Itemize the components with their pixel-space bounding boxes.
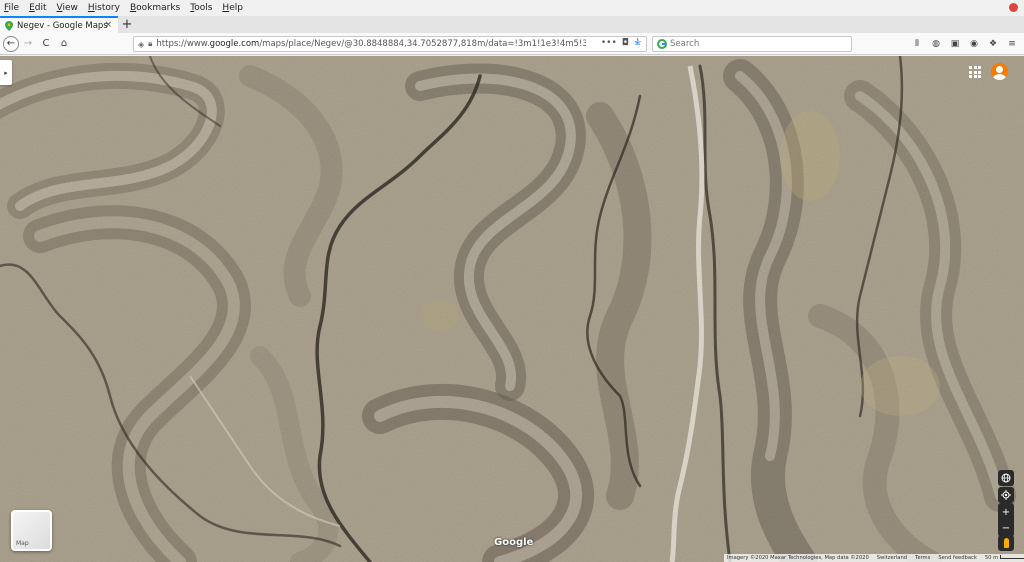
reload-button[interactable]: C — [37, 35, 55, 53]
terrain-imagery — [0, 56, 1024, 562]
google-search-icon — [657, 39, 667, 49]
url-text[interactable]: https://www.google.com/maps/place/Negev/… — [156, 39, 586, 49]
extension-icon[interactable]: ◍ — [928, 36, 944, 52]
account-icon[interactable]: ◉ — [966, 36, 982, 52]
my-location-button[interactable] — [998, 487, 1014, 503]
account-avatar[interactable] — [991, 63, 1008, 80]
library-icon[interactable]: ⦀ — [909, 36, 925, 52]
pocket-icon[interactable]: ◘ — [622, 38, 629, 48]
url-bar[interactable]: ◈ 🔒︎ https://www.google.com/maps/place/N… — [133, 36, 647, 52]
zoom-in-button[interactable]: + — [1002, 504, 1010, 520]
imagery-credit: Imagery ©2020 Maxar Technologies, Map da… — [727, 555, 869, 561]
google-apps-icon[interactable] — [969, 66, 981, 78]
satellite-map[interactable]: ▸ Map + − Google Imagery ©2020 Maxar Tec… — [0, 56, 1024, 562]
page-actions-icon[interactable]: ••• — [601, 38, 617, 48]
menu-hamburger-icon[interactable]: ≡ — [1004, 36, 1020, 52]
menu-history[interactable]: History — [88, 3, 120, 13]
send-feedback-link[interactable]: Send feedback — [938, 555, 977, 561]
map-type-toggle-button[interactable]: Map — [11, 510, 52, 551]
scale-indicator[interactable]: 50 m — [985, 555, 1024, 561]
globe-icon — [1001, 473, 1011, 483]
home-button[interactable]: ⌂ — [55, 35, 73, 53]
scale-label: 50 m — [984, 555, 999, 561]
navigation-bar: ← → C ⌂ ◈ 🔒︎ https://www.google.com/maps… — [0, 33, 1024, 55]
google-logo: Google — [494, 537, 534, 548]
globe-view-button[interactable] — [998, 470, 1014, 486]
zoom-controls: + − — [998, 503, 1014, 537]
maps-favicon-icon — [5, 20, 13, 31]
menu-view[interactable]: View — [57, 3, 78, 13]
addon-icon[interactable]: ❖ — [985, 36, 1001, 52]
menu-help[interactable]: Help — [222, 3, 243, 13]
menu-bookmarks[interactable]: Bookmarks — [130, 3, 180, 13]
menu-bar: File Edit View History Bookmarks Tools H… — [0, 0, 1024, 16]
scale-bar — [1000, 555, 1024, 559]
menu-edit[interactable]: Edit — [29, 3, 46, 13]
download-icon[interactable]: ⤓ — [635, 36, 639, 47]
tab-close-icon[interactable]: × — [104, 20, 112, 30]
lock-icon[interactable]: 🔒︎ — [148, 39, 152, 49]
menu-file[interactable]: File — [4, 3, 19, 13]
tab-strip: Negev - Google Maps × + — [0, 16, 1024, 33]
search-input[interactable] — [670, 39, 850, 49]
map-type-label: Map — [16, 540, 29, 547]
terms-link[interactable]: Terms — [915, 555, 930, 561]
tab-title: Negev - Google Maps — [17, 20, 108, 31]
window-close-button[interactable] — [1009, 3, 1018, 12]
tab-negev-google-maps[interactable]: Negev - Google Maps × — [0, 16, 118, 33]
back-button[interactable]: ← — [3, 35, 19, 52]
country-link[interactable]: Switzerland — [877, 555, 907, 561]
menu-tools[interactable]: Tools — [190, 3, 212, 13]
tracking-shield-icon[interactable]: ◈ — [138, 40, 144, 49]
side-panel-toggle-button[interactable]: ▸ — [0, 60, 12, 85]
new-tab-button[interactable]: + — [118, 16, 136, 33]
crosshair-icon — [1001, 490, 1011, 500]
forward-button[interactable]: → — [19, 35, 37, 53]
street-view-pegman-icon[interactable] — [998, 535, 1014, 551]
map-attribution: Imagery ©2020 Maxar Technologies, Map da… — [724, 554, 1024, 562]
zoom-out-button[interactable]: − — [1002, 520, 1010, 536]
search-bar[interactable] — [652, 36, 852, 52]
sidebar-icon[interactable]: ▣ — [947, 36, 963, 52]
